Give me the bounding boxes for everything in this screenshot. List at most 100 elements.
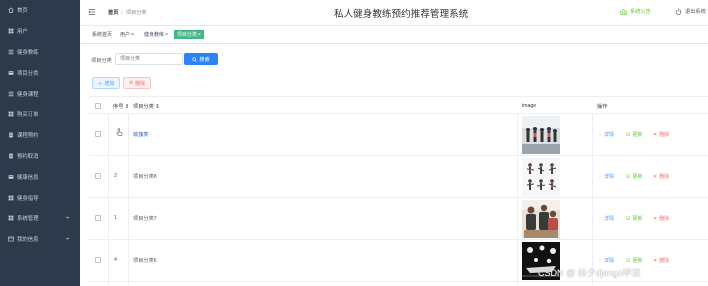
column-header-operations: 操作 — [597, 104, 608, 110]
chevron-down-icon — [65, 236, 70, 241]
info-icon: ◌ — [599, 173, 602, 180]
search-input[interactable] — [115, 53, 183, 65]
sidebar-item-categories[interactable]: 项目分类 — [0, 62, 80, 83]
doc-icon — [8, 153, 14, 159]
row-image[interactable] — [522, 116, 560, 154]
logout-label: 退出系统 — [685, 9, 706, 15]
card-icon — [8, 174, 14, 180]
tag-coaches[interactable]: 健身教练 × — [142, 30, 170, 39]
delete-button[interactable]: ✕ 删除 — [653, 215, 669, 223]
detail-button[interactable]: ◌ 详情 — [599, 215, 614, 223]
column-header-image: image — [522, 103, 537, 109]
row-index: 2 — [114, 173, 117, 179]
sidebar-item-guidance[interactable]: 健身指导 — [0, 187, 80, 208]
delete-button[interactable]: ✕ 删除 — [653, 257, 669, 265]
trash-icon: ⊘ — [128, 80, 134, 86]
sidebar-item-courses[interactable]: 健身课程 — [0, 83, 80, 104]
sidebar-item-label: 健康信息 — [17, 174, 39, 181]
sidebar-item-label: 购买订单 — [17, 112, 39, 119]
sidebar-item-label: 用户 — [17, 29, 28, 36]
sidebar-item-label: 项目分类 — [17, 70, 39, 77]
row-index: 1 — [114, 215, 117, 221]
search-button-label: 搜索 — [199, 56, 210, 63]
column-header-index[interactable]: 序号 ⇕ — [113, 103, 129, 110]
update-button[interactable]: ☑ 更新 — [626, 257, 643, 265]
plus-icon: ＋ — [97, 80, 103, 87]
edit-icon: ☑ — [626, 131, 631, 138]
select-all-checkbox[interactable] — [95, 103, 101, 109]
add-button-label: 增加 — [104, 80, 115, 87]
sidebar-item-users[interactable]: 用户 — [0, 21, 80, 42]
tag-users[interactable]: 用户 × — [118, 30, 136, 39]
tag-label: 用户 — [120, 32, 131, 38]
watermark: CSDN @ 林夕django毕设 — [538, 268, 641, 278]
row-checkbox[interactable] — [95, 257, 101, 263]
tag-categories[interactable]: 项目分类 × — [174, 30, 204, 39]
close-icon: ✕ — [653, 257, 658, 264]
batch-delete-button[interactable]: ⊘ 删除 — [123, 77, 151, 89]
sidebar-item-home[interactable]: 首页 — [0, 0, 80, 21]
info-icon: ◌ — [599, 131, 602, 138]
close-icon[interactable]: × — [198, 32, 201, 38]
breadcrumb-home[interactable]: 首页 — [108, 10, 118, 16]
home-icon — [8, 7, 14, 14]
update-button[interactable]: ☑ 更新 — [626, 215, 643, 223]
menu-toggle-icon[interactable] — [88, 8, 96, 16]
breadcrumb-separator: / — [121, 10, 123, 16]
sidebar-item-label: 健身教练 — [17, 49, 39, 56]
tag-label: 健身教练 — [144, 32, 165, 38]
edit-icon: ☑ — [626, 173, 631, 180]
detail-button[interactable]: ◌ 详情 — [599, 257, 614, 265]
row-image[interactable] — [522, 200, 560, 238]
sidebar-item-orders[interactable]: 购买订单 — [0, 104, 80, 125]
notice-icon — [620, 9, 627, 15]
notice-button[interactable]: 系统公告 — [620, 8, 651, 15]
close-icon: ✕ — [653, 131, 658, 138]
update-button[interactable]: ☑ 更新 — [626, 131, 643, 139]
tag-label: 系统首页 — [92, 32, 113, 38]
row-index: 4 — [114, 257, 117, 263]
search-button[interactable]: 搜索 — [184, 53, 218, 65]
row-checkbox[interactable] — [95, 173, 101, 179]
sidebar-item-system[interactable]: 系统管理 — [0, 208, 80, 229]
notice-label: 系统公告 — [630, 9, 651, 15]
close-icon: ✕ — [653, 215, 658, 222]
sidebar-item-coaches[interactable]: 健身教练 — [0, 42, 80, 63]
column-header-category[interactable]: 项目分类 ⇕ — [133, 103, 160, 110]
window-icon — [8, 236, 14, 242]
close-icon: ✕ — [653, 173, 658, 180]
chevron-down-icon — [65, 215, 70, 220]
row-checkbox[interactable] — [95, 131, 101, 137]
add-button[interactable]: ＋增加 — [92, 77, 120, 89]
row-category: 项目分类7 — [133, 216, 157, 222]
sidebar-item-bookings[interactable]: 课程预约 — [0, 125, 80, 146]
sidebar-item-label: 健身课程 — [17, 91, 39, 98]
delete-button[interactable]: ✕ 删除 — [653, 131, 669, 139]
grid-icon — [8, 111, 14, 117]
logout-button[interactable]: 退出系统 — [675, 8, 706, 15]
table-header: 序号 ⇕ 项目分类 ⇕ image 操作 — [89, 96, 708, 114]
detail-button[interactable]: ◌ 详情 — [599, 173, 614, 181]
tag-home[interactable]: 系统首页 — [90, 30, 114, 39]
breadcrumb-current: 项目分类 — [125, 10, 147, 16]
update-button[interactable]: ☑ 更新 — [626, 173, 643, 181]
header: 首页 / 项目分类 私人健身教练预约推荐管理系统 系统公告 退出系统 — [80, 0, 708, 26]
row-image[interactable] — [522, 158, 560, 196]
edit-icon: ☑ — [626, 257, 631, 264]
row-category: 项目分类6 — [133, 258, 157, 264]
close-icon[interactable]: × — [165, 32, 168, 38]
data-table: 序号 ⇕ 项目分类 ⇕ image 操作 瑜伽类 ◌ 详情 ☑ 更新 ✕ 删除 2 项… — [89, 96, 708, 282]
table-row: 瑜伽类 ◌ 详情 ☑ 更新 ✕ 删除 — [89, 114, 708, 156]
detail-button[interactable]: ◌ 详情 — [599, 131, 614, 139]
sidebar-item-my-info[interactable]: 我的信息 — [0, 229, 80, 250]
card-icon — [8, 70, 14, 76]
sidebar-item-cancellations[interactable]: 预约取消 — [0, 146, 80, 167]
row-checkbox[interactable] — [95, 215, 101, 221]
delete-button[interactable]: ✕ 删除 — [653, 173, 669, 181]
search-label: 项目分类 — [91, 58, 112, 64]
sidebar-item-label: 课程预约 — [17, 133, 39, 140]
sidebar-item-health-info[interactable]: 健康信息 — [0, 166, 80, 187]
row-category: 项目分类8 — [133, 174, 157, 180]
delete-button-label: 删除 — [135, 80, 146, 87]
close-icon[interactable]: × — [131, 32, 134, 38]
